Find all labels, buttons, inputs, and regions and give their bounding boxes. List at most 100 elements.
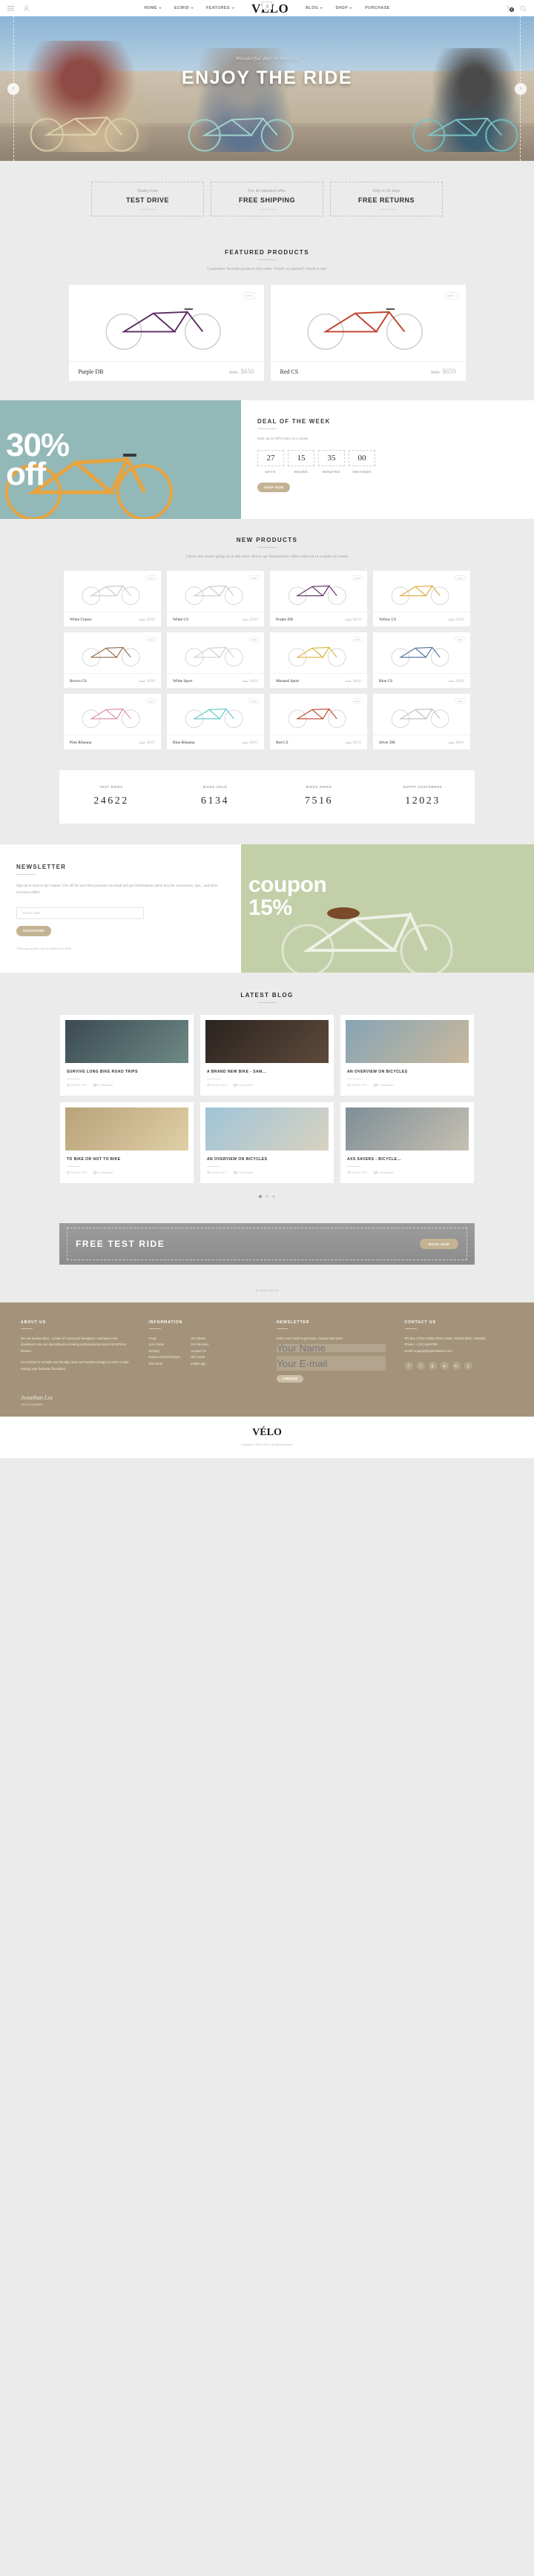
- nav-label: PURCHASE: [365, 6, 390, 10]
- product-card[interactable]: NEW Mustard Sport $700 $660: [270, 632, 367, 688]
- blog-post-card[interactable]: SURVIVE LONG BIKE ROAD TRIPS 🕘 09 June 20…: [60, 1015, 194, 1096]
- user-icon[interactable]: [23, 4, 30, 12]
- footer-link[interactable]: Size Guide: [149, 1342, 181, 1348]
- bicycle-icon: [185, 646, 243, 666]
- hero-next-button[interactable]: ›: [515, 82, 527, 95]
- product-card[interactable]: NEW White Classic $600 $560: [64, 571, 161, 626]
- product-card[interactable]: NEW White CS $600 $560: [167, 571, 264, 626]
- new-products-header: NEW PRODUCTS Check out what's going on i…: [0, 537, 534, 559]
- footer-link[interactable]: mobile app: [191, 1361, 208, 1367]
- nav-label: HOME: [144, 6, 157, 10]
- product-card[interactable]: NEW Yellow CS $600 $560: [373, 571, 470, 626]
- newsletter-underline: [16, 874, 36, 875]
- countdown-minutes: 35 MINUTES: [318, 450, 345, 474]
- blog-post-body: A BRAND NEW BIKE - SAM... 🕘 09 June 2017 💬…: [200, 1063, 334, 1094]
- blog-post-card[interactable]: AN OVERVIEW ON BICYCLES 🕘 09 June 2017 💬 2…: [340, 1015, 474, 1096]
- download-button[interactable]: [262, 1, 272, 10]
- stat-label: HAPPY CUSTOMERS: [403, 785, 443, 789]
- product-card[interactable]: NEW Red CS $800 $659: [270, 694, 367, 749]
- newsletter-email-input[interactable]: Your E-mail: [16, 907, 144, 919]
- section-title: LATEST BLOG: [240, 992, 294, 999]
- product-card[interactable]: SALE Red CS $800 $659: [270, 285, 466, 381]
- feature-title: FREE RETURNS: [357, 196, 415, 204]
- blog-post-card[interactable]: AXS SAVERS - BICYCLE... 🕘 09 June 2017 💬 2…: [340, 1102, 474, 1183]
- product-card[interactable]: NEW Pink Rihanna $650 $605: [64, 694, 161, 749]
- social-icon-f[interactable]: f: [404, 1362, 413, 1371]
- product-card[interactable]: NEW Silver DB $650 $605: [373, 694, 470, 749]
- footer-link[interactable]: Our Stores: [191, 1336, 208, 1342]
- product-price: $700 $660: [346, 679, 361, 683]
- social-icon-p[interactable]: p: [440, 1362, 449, 1371]
- product-price: $600 $560: [139, 617, 155, 622]
- feature-underline: [139, 208, 156, 210]
- nav-item-features[interactable]: FEATURES: [206, 6, 234, 10]
- nav-item-blog[interactable]: BLOG: [306, 6, 323, 10]
- deal-off-label: off: [6, 455, 46, 492]
- bicycle-icon: [391, 707, 449, 728]
- footer-underline: [277, 1328, 289, 1329]
- footer-email-input[interactable]: [277, 1356, 386, 1371]
- product-tag: NEW: [455, 637, 466, 642]
- product-card[interactable]: NEW Purple DB $700 $650: [270, 571, 367, 626]
- hero-bicycle-1: [30, 116, 139, 152]
- book-now-button[interactable]: BOOK NOW: [420, 1239, 458, 1249]
- countdown-value: 27: [257, 450, 284, 466]
- footer-links-right: Our Stores Our Services Contact Us Gift Car…: [191, 1336, 208, 1367]
- social-icon-in[interactable]: in: [452, 1362, 461, 1371]
- footer-link[interactable]: Contact Us: [191, 1348, 208, 1354]
- product-new-price: $560: [146, 678, 155, 683]
- footer-link[interactable]: FAQs: [149, 1336, 181, 1342]
- test-ride-text: FREE TEST RIDE: [76, 1239, 165, 1249]
- feature-free-returns[interactable]: Only in 30 days FREE RETURNS: [330, 182, 443, 216]
- chevron-down-icon: [349, 7, 353, 9]
- social-icon-g[interactable]: g: [428, 1362, 437, 1371]
- footer-logo[interactable]: VÉLO: [0, 1427, 534, 1439]
- footer-link[interactable]: Discounts: [149, 1361, 181, 1367]
- featured-header: FEATURED PRODUCTS Customers' favorite pr…: [0, 249, 534, 271]
- pagination-dot-3[interactable]: [272, 1195, 275, 1198]
- blog-header: LATEST BLOG: [0, 992, 534, 1003]
- blog-post-meta: 🕘 09 June 2017 💬 2 Comments: [347, 1171, 467, 1174]
- countdown-timer: 27 DAYS 15 HOURS 35 MINUTES 00 SECONDS: [257, 450, 512, 474]
- nav-item-ecwid[interactable]: ECWID: [174, 6, 194, 10]
- social-icon-y[interactable]: y: [464, 1362, 472, 1371]
- footer-subscribe-button[interactable]: SUBSCRIBE: [277, 1375, 303, 1383]
- product-tag: NEW: [145, 637, 156, 642]
- newsletter-subscribe-button[interactable]: SUBSCRIBE: [16, 925, 51, 936]
- footer-about-text: We are Suntek store - a team of motorcyc…: [21, 1337, 126, 1353]
- footer-link[interactable]: Delivery: [149, 1348, 181, 1354]
- menu-icon[interactable]: [7, 5, 14, 12]
- nav-item-shop[interactable]: SHOP: [335, 6, 353, 10]
- pagination-dot-1[interactable]: [259, 1195, 262, 1198]
- product-price: $600 $560: [243, 617, 258, 622]
- deal-subtitle: Sale up to 30% only in a week: [257, 437, 309, 441]
- footer-underline: [148, 1328, 161, 1329]
- blog-post-card[interactable]: A BRAND NEW BIKE - SAM... 🕘 09 June 2017 💬…: [200, 1015, 334, 1096]
- footer-link[interactable]: Gift Cards: [191, 1354, 208, 1360]
- footer-name-input[interactable]: [277, 1344, 386, 1353]
- feature-free-shipping[interactable]: For all standard offer FREE SHIPPING: [211, 182, 323, 216]
- blog-post-meta: 🕘 09 June 2017 💬 2 Comments: [67, 1084, 187, 1087]
- product-name: Yellow CS: [379, 617, 397, 622]
- product-card[interactable]: NEW Blue Rihanna $650 $605: [167, 694, 264, 749]
- social-icon-t[interactable]: t: [416, 1362, 425, 1371]
- footer-link[interactable]: Return and Exchanges: [149, 1354, 181, 1360]
- hero-prev-button[interactable]: ‹: [7, 82, 19, 95]
- pagination-dot-2[interactable]: [266, 1195, 268, 1198]
- download-icon: [266, 4, 268, 7]
- blog-post-card[interactable]: AN OVERVIEW ON BICYCLES 🕘 09 June 2017 💬 2…: [200, 1102, 334, 1183]
- footer-link[interactable]: Our Services: [191, 1342, 208, 1348]
- blog-post-card[interactable]: TO BIKE OR NOT TO BIKE 🕘 09 June 2017 💬 2 …: [60, 1102, 194, 1183]
- cart-button[interactable]: 0: [506, 5, 514, 12]
- nav-item-home[interactable]: HOME: [144, 6, 162, 10]
- search-icon[interactable]: [520, 5, 527, 12]
- feature-test-drive[interactable]: Totally Free TEST DRIVE: [91, 182, 204, 216]
- product-card[interactable]: SALE Purple DB $700 $650: [68, 285, 264, 381]
- countdown-label: MINUTES: [323, 470, 340, 474]
- product-card[interactable]: NEW Brown CS $600 $560: [64, 632, 161, 688]
- product-card[interactable]: NEW Blue CS $700 $690: [373, 632, 470, 688]
- shop-now-button[interactable]: SHOP NOW: [257, 483, 290, 492]
- product-card[interactable]: NEW White Sport $900 $850: [167, 632, 264, 688]
- bicycle-icon: [391, 584, 449, 605]
- nav-item-purchase[interactable]: PURCHASE: [365, 6, 390, 10]
